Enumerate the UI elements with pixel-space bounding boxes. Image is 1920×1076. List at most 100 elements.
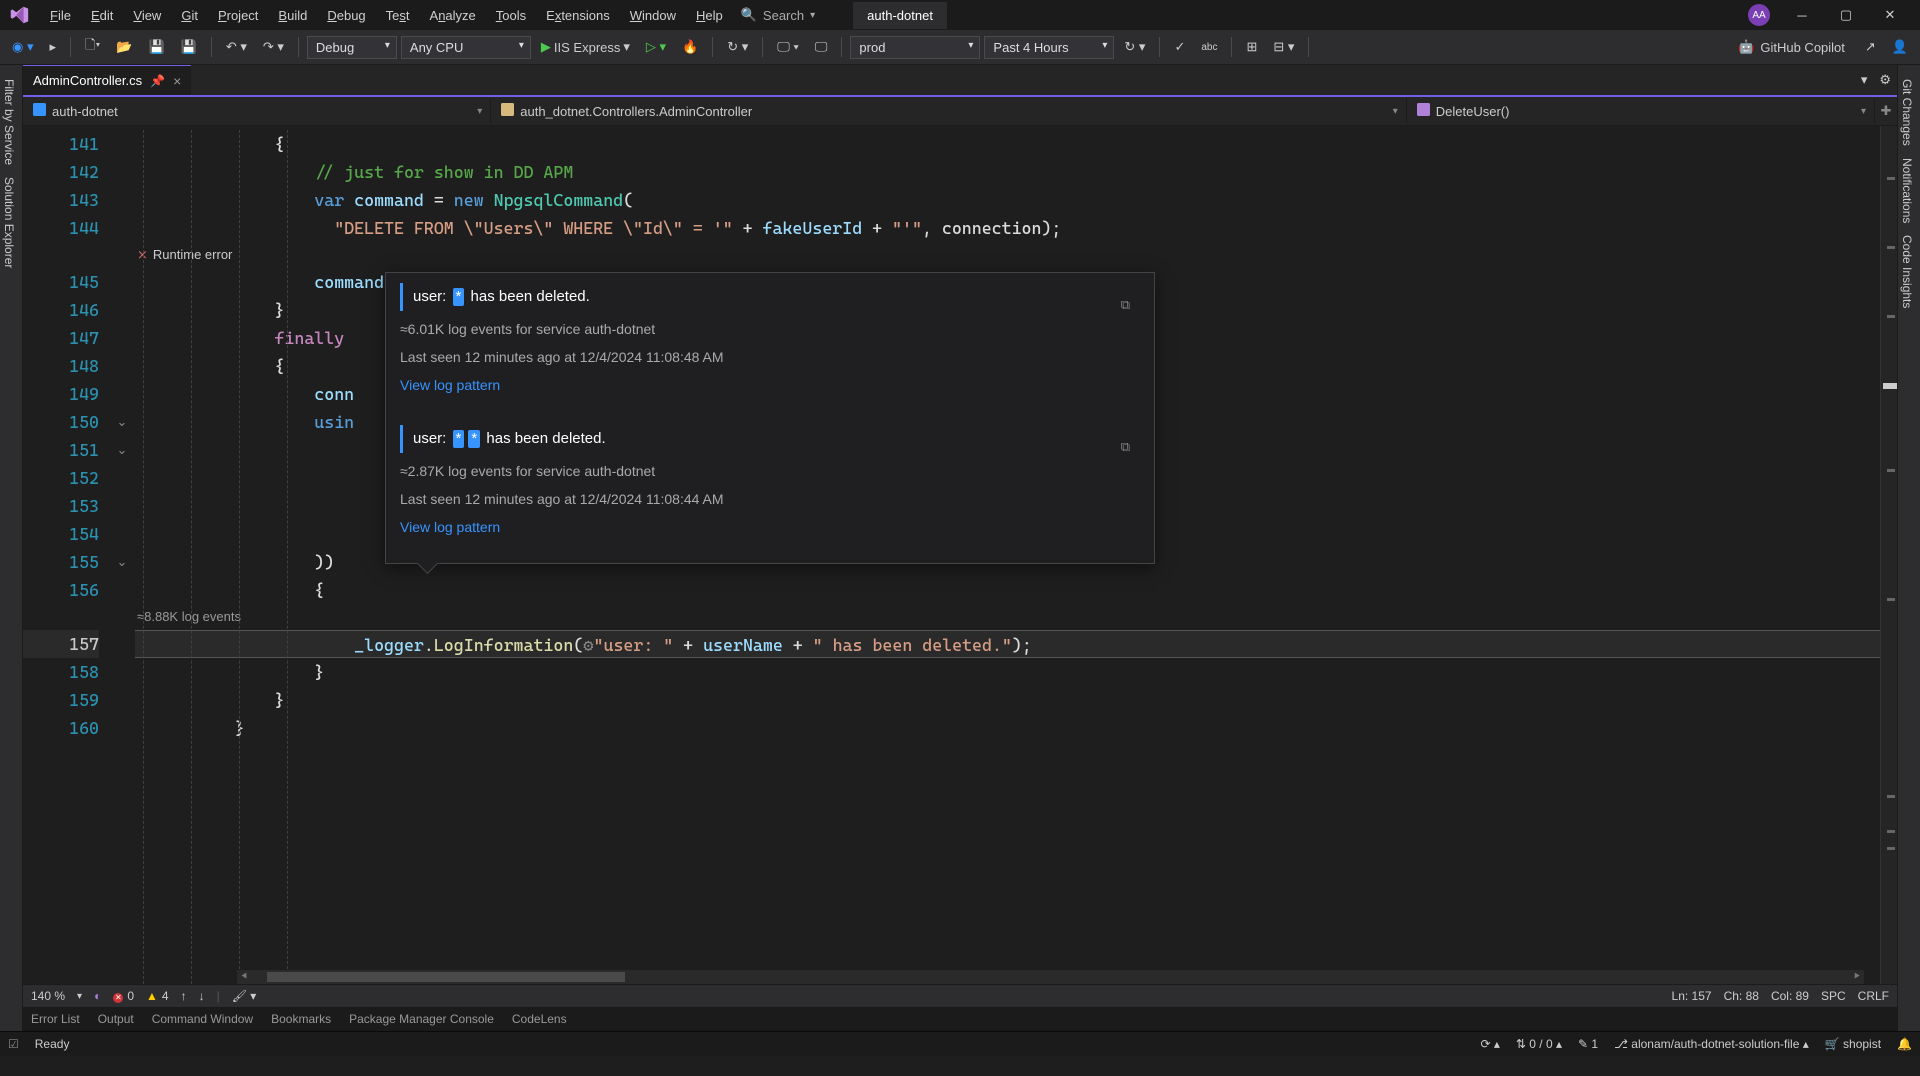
zoom-level[interactable]: 140 % — [31, 989, 65, 1003]
menu-test[interactable]: Test — [376, 4, 420, 27]
time-range-dropdown[interactable]: Past 4 Hours — [984, 36, 1114, 59]
scrollbar-thumb[interactable] — [267, 972, 625, 982]
open-external-icon[interactable]: ⧉ — [1121, 433, 1130, 461]
error-count[interactable]: ✕0 — [113, 989, 134, 1003]
animations-icon[interactable]: ⟳ ▴ — [1480, 1037, 1499, 1051]
prev-issue-icon[interactable]: ↑ — [181, 989, 187, 1003]
menu-view[interactable]: View — [123, 4, 171, 27]
output-tab[interactable]: Output — [98, 1012, 134, 1026]
abc-icon[interactable]: abc — [1195, 38, 1223, 57]
menu-help[interactable]: Help — [686, 4, 733, 27]
undo-icon[interactable]: ↶ ▾ — [220, 35, 253, 59]
pmc-tab[interactable]: Package Manager Console — [349, 1012, 494, 1026]
file-tab[interactable]: AdminController.cs 📌 × — [23, 65, 191, 95]
share-icon[interactable]: ↗ — [1859, 35, 1882, 59]
repo-indicator[interactable]: ⎇ alonam/auth-dotnet-solution-file ▴ — [1614, 1037, 1809, 1051]
open-icon[interactable]: 📂 — [110, 35, 138, 59]
save-icon[interactable]: 💾 — [142, 35, 170, 59]
view-log-pattern-link[interactable]: View log pattern — [400, 371, 500, 399]
user-avatar[interactable]: AA — [1748, 4, 1770, 26]
spell-check-icon[interactable]: ✓ — [1168, 35, 1191, 59]
pending-edits[interactable]: ✎ 1 — [1578, 1037, 1598, 1051]
config-dropdown[interactable]: Debug — [307, 36, 397, 59]
code-editor[interactable]: 141 142 143 144 145 146 147 148 149 150 … — [23, 126, 1897, 984]
horizontal-scrollbar[interactable]: ◀ ▶ — [237, 970, 1864, 984]
close-button[interactable]: ✕ — [1868, 0, 1912, 30]
platform-dropdown[interactable]: Any CPU — [401, 36, 531, 59]
maximize-button[interactable]: ▢ — [1824, 0, 1868, 30]
fold-icon[interactable]: ⌄ — [109, 548, 135, 576]
view-log-pattern-link[interactable]: View log pattern — [400, 513, 500, 541]
health-icon[interactable]: ◐ — [94, 989, 101, 1003]
refresh-icon[interactable]: ↻ ▾ — [1118, 35, 1151, 59]
filter-by-service-tab[interactable]: Filter by Service — [0, 73, 18, 171]
editor-status-strip: 140 % ▾ ◐ ✕0 ▲4 ↑ ↓ | 🖌 ▾ Ln: 157 Ch: 88… — [23, 984, 1897, 1007]
close-tab-icon[interactable]: × — [173, 73, 181, 89]
menu-edit[interactable]: Edit — [81, 4, 123, 27]
method-nav-dropdown[interactable]: DeleteUser() — [1407, 99, 1875, 123]
account-icon[interactable]: 👤 — [1886, 35, 1914, 59]
brush-icon[interactable]: 🖌 ▾ — [232, 989, 257, 1003]
fold-icon[interactable]: ⌄ — [109, 436, 135, 464]
new-project-icon[interactable]: 🗋▾ — [79, 32, 106, 62]
fold-icon[interactable]: ⌄ — [109, 408, 135, 436]
indent-icon[interactable]: ⊟ ▾ — [1267, 35, 1300, 59]
menu-window[interactable]: Window — [620, 4, 686, 27]
status-bar: ☑ Ready ⟳ ▴ ⇅ 0 / 0 ▴ ✎ 1 ⎇ alonam/auth-… — [0, 1031, 1920, 1056]
web-publish-icon[interactable]: 🖵 — [809, 35, 834, 59]
hot-reload-icon[interactable]: 🔥 — [676, 35, 704, 59]
line-indicator[interactable]: Ln: 157 — [1672, 989, 1712, 1003]
title-bar: File Edit View Git Project Build Debug T… — [0, 0, 1920, 30]
shopist-indicator[interactable]: 🛒 shopist — [1825, 1037, 1881, 1051]
warning-count[interactable]: ▲4 — [146, 989, 169, 1003]
menu-project[interactable]: Project — [208, 4, 268, 27]
start-no-debug-icon[interactable]: ▷ ▾ — [640, 35, 672, 59]
nav-forward-button[interactable]: ▸ — [43, 35, 62, 59]
code-insights-tab[interactable]: Code Insights — [1898, 229, 1916, 314]
tab-menu-icon[interactable]: ▾ — [1855, 65, 1874, 95]
reload-icon[interactable]: ↻ ▾ — [721, 35, 754, 59]
copilot-button[interactable]: 🤖 GitHub Copilot — [1728, 35, 1855, 59]
solution-context[interactable]: auth-dotnet — [853, 2, 947, 29]
line-ending-mode[interactable]: CRLF — [1858, 989, 1889, 1003]
find-count[interactable]: ⇅ 0 / 0 ▴ — [1516, 1037, 1562, 1051]
open-external-icon[interactable]: ⧉ — [1121, 291, 1130, 319]
bookmarks-tab[interactable]: Bookmarks — [271, 1012, 331, 1026]
codelens-tab[interactable]: CodeLens — [512, 1012, 567, 1026]
menu-analyze[interactable]: Analyze — [420, 4, 486, 27]
log-last-seen-text: Last seen 12 minutes ago at 12/4/2024 11… — [400, 343, 1140, 371]
redo-icon[interactable]: ↷ ▾ — [257, 35, 290, 59]
method-icon — [1417, 103, 1430, 119]
menu-file[interactable]: File — [40, 4, 81, 27]
menu-debug[interactable]: Debug — [317, 4, 375, 27]
whitespace-mode[interactable]: SPC — [1821, 989, 1846, 1003]
class-icon — [501, 103, 514, 119]
class-nav-dropdown[interactable]: auth_dotnet.Controllers.AdminController — [491, 99, 1407, 123]
menu-extensions[interactable]: Extensions — [536, 4, 620, 27]
menu-build[interactable]: Build — [268, 4, 317, 27]
command-window-tab[interactable]: Command Window — [152, 1012, 253, 1026]
project-nav-dropdown[interactable]: auth-dotnet — [23, 99, 491, 123]
browser-link-icon[interactable]: 🖵 ▾ — [771, 35, 805, 59]
solution-explorer-tab[interactable]: Solution Explorer — [0, 171, 18, 274]
git-changes-tab[interactable]: Git Changes — [1898, 73, 1916, 152]
next-issue-icon[interactable]: ↓ — [199, 989, 205, 1003]
split-editor-icon[interactable]: ✚ — [1875, 103, 1897, 119]
error-list-tab[interactable]: Error List — [31, 1012, 80, 1026]
overview-ruler[interactable] — [1880, 126, 1897, 984]
start-button[interactable]: ▶ IIS Express ▾ — [535, 35, 636, 59]
log-count-text: ≈6.01K log events for service auth-dotne… — [400, 315, 1140, 343]
notifications-tab[interactable]: Notifications — [1898, 152, 1916, 229]
tab-settings-icon[interactable]: ⚙ — [1873, 65, 1897, 95]
save-all-icon[interactable]: 💾 — [175, 35, 203, 59]
search-box[interactable]: 🔍 Search ▾ — [733, 5, 823, 25]
menu-git[interactable]: Git — [171, 4, 208, 27]
align-icon[interactable]: ⊞ — [1240, 35, 1263, 59]
search-icon: 🔍 — [741, 7, 757, 23]
menu-tools[interactable]: Tools — [486, 4, 536, 27]
minimize-button[interactable]: ─ — [1780, 0, 1824, 30]
pin-icon[interactable]: 📌 — [150, 74, 165, 88]
env-dropdown[interactable]: prod — [850, 36, 980, 59]
nav-back-button[interactable]: ◉ ▾ — [6, 35, 39, 59]
notifications-icon[interactable]: 🔔 — [1897, 1037, 1912, 1051]
